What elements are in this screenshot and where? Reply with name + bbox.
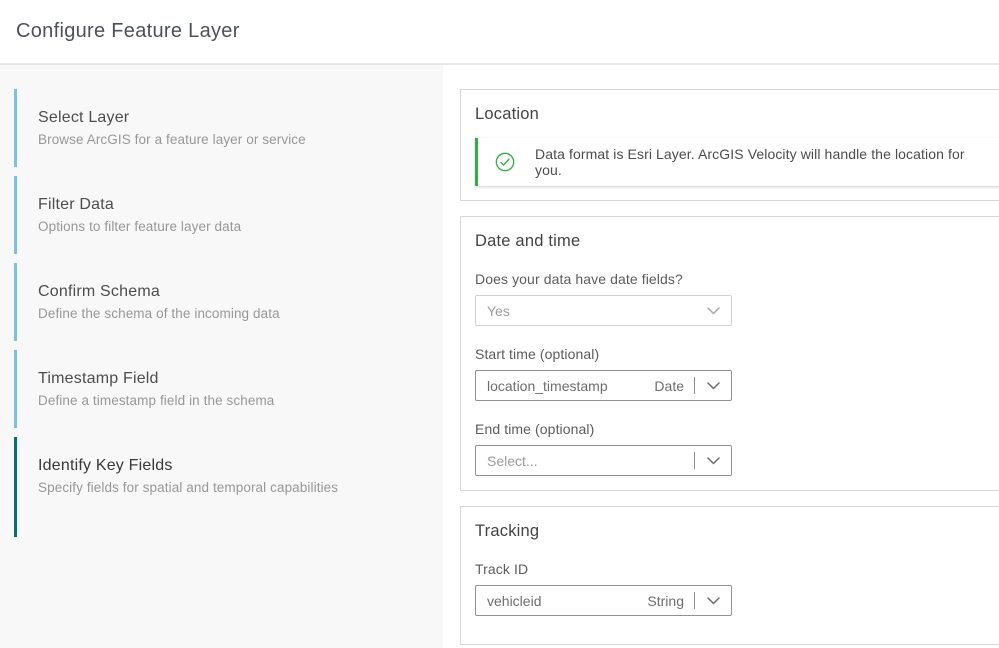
end-time-select[interactable]: Select...: [475, 445, 732, 476]
step-description: Browse ArcGIS for a feature layer or ser…: [38, 132, 425, 147]
track-id-select-value: vehicleid: [487, 593, 647, 609]
step-title: Confirm Schema: [38, 283, 425, 301]
chevron-down-icon: [707, 457, 720, 465]
step-filter-data[interactable]: Filter Data Options to filter feature la…: [14, 176, 443, 254]
end-time-label: End time (optional): [475, 421, 999, 437]
start-time-select[interactable]: location_timestamp Date: [475, 370, 732, 401]
location-panel-title: Location: [475, 105, 999, 124]
step-identify-key-fields[interactable]: Identify Key Fields Specify fields for s…: [14, 437, 443, 537]
step-timestamp-field[interactable]: Timestamp Field Define a timestamp field…: [14, 350, 443, 428]
track-id-label: Track ID: [475, 561, 999, 577]
date-fields-question-field: Does your data have date fields? Yes: [475, 271, 999, 326]
step-title: Timestamp Field: [38, 370, 425, 388]
start-time-field: Start time (optional) location_timestamp…: [475, 346, 999, 401]
date-fields-select[interactable]: Yes: [475, 295, 732, 326]
title-bar: Configure Feature Layer: [0, 0, 999, 63]
date-fields-select-value: Yes: [487, 303, 707, 319]
step-title: Identify Key Fields: [38, 457, 425, 475]
chevron-down-icon: [707, 597, 720, 605]
start-time-field-type: Date: [654, 378, 684, 394]
select-divider: [694, 377, 695, 394]
chevron-down-icon: [707, 307, 720, 315]
select-divider: [694, 452, 695, 469]
main-content: Location Data format is Esri Layer. ArcG…: [443, 65, 999, 648]
step-select-layer[interactable]: Select Layer Browse ArcGIS for a feature…: [14, 89, 443, 167]
location-panel: Location Data format is Esri Layer. ArcG…: [460, 89, 999, 201]
start-time-label: Start time (optional): [475, 346, 999, 362]
start-time-select-value: location_timestamp: [487, 378, 654, 394]
location-success-alert: Data format is Esri Layer. ArcGIS Veloci…: [475, 138, 999, 186]
location-alert-message: Data format is Esri Layer. ArcGIS Veloci…: [535, 146, 994, 178]
track-id-field-type: String: [647, 593, 684, 609]
step-description: Options to filter feature layer data: [38, 219, 425, 234]
step-description: Specify fields for spatial and temporal …: [38, 480, 425, 495]
end-time-field: End time (optional) Select...: [475, 421, 999, 476]
tracking-panel: Tracking Track ID vehicleid String: [460, 506, 999, 645]
configure-feature-layer-dialog: Configure Feature Layer Select Layer Bro…: [0, 0, 999, 648]
date-time-panel-title: Date and time: [475, 232, 999, 251]
select-divider: [694, 592, 695, 609]
step-title: Filter Data: [38, 196, 425, 214]
check-circle-icon: [495, 152, 515, 172]
track-id-field: Track ID vehicleid String: [475, 561, 999, 616]
step-description: Define the schema of the incoming data: [38, 306, 425, 321]
page-title: Configure Feature Layer: [16, 20, 240, 43]
date-fields-question-label: Does your data have date fields?: [475, 271, 999, 287]
date-time-panel: Date and time Does your data have date f…: [460, 216, 999, 491]
steps-sidebar: Select Layer Browse ArcGIS for a feature…: [0, 65, 443, 648]
end-time-select-placeholder: Select...: [487, 453, 684, 469]
tracking-panel-title: Tracking: [475, 522, 999, 541]
step-confirm-schema[interactable]: Confirm Schema Define the schema of the …: [14, 263, 443, 341]
chevron-down-icon: [707, 382, 720, 390]
step-description: Define a timestamp field in the schema: [38, 393, 425, 408]
track-id-select[interactable]: vehicleid String: [475, 585, 732, 616]
step-title: Select Layer: [38, 109, 425, 127]
